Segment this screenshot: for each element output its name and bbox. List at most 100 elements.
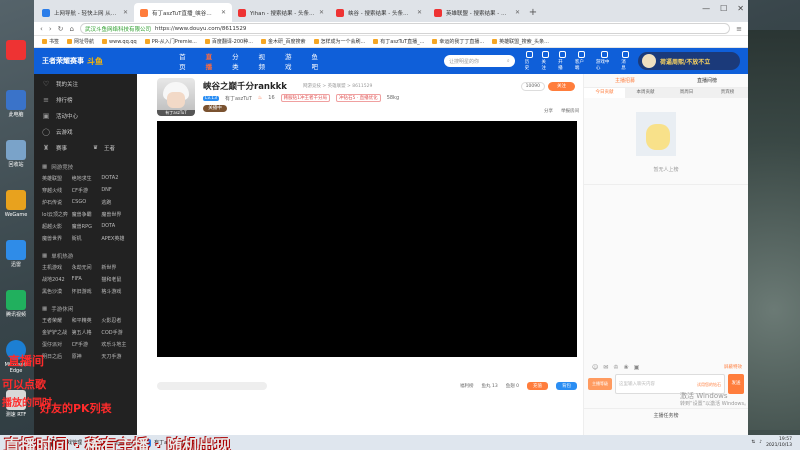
backpack-button[interactable]: 背包 [556,382,577,390]
menu-icon[interactable]: ≡ [736,25,742,33]
bag-icon[interactable]: ▣ [634,364,640,371]
tab-close-icon[interactable]: ✕ [319,9,324,16]
tab-close-icon[interactable]: ✕ [417,9,422,16]
url-field[interactable]: 武汉斗鱼网络科技有限公司 https://www.douyu.com/86115… [79,23,731,34]
reload-icon[interactable]: ↻ [58,25,64,33]
forward-icon[interactable]: › [49,25,52,33]
category-link[interactable]: COD手游 [101,329,131,336]
client-button[interactable]: 客户端 [575,51,588,71]
nav-yuba[interactable]: 鱼吧 [312,51,324,71]
bookmark-item[interactable]: 幸运的我丁丁直播... [432,38,484,45]
badge-icon[interactable]: ♔ [613,364,618,371]
nav-home[interactable]: 首页 [179,51,191,71]
recruit-link[interactable]: 主播招募 [615,77,635,84]
category-link[interactable]: 永劫无间 [72,264,102,271]
tab-close-icon[interactable]: ✕ [123,9,128,16]
tab-1[interactable]: 有丁aszTuT直播_峡谷之巅千分rankkk直播_斗鱼直播✕ [134,3,232,22]
category-link[interactable]: 超越火影 [42,223,72,230]
category-link[interactable]: 原神 [72,353,102,360]
desktop-icon-1[interactable] [0,40,32,86]
new-tab-button[interactable]: + [526,3,540,22]
tab-vip[interactable]: 贵宾榜 [707,88,748,98]
room-tag[interactable]: 冲钻石5 · 直播优化 [336,94,381,102]
category-link[interactable]: 战地2042 [42,276,72,283]
fans-club[interactable]: 58kg [387,95,399,101]
bookmark-item[interactable]: 网址导航 [67,38,94,45]
gift-bar[interactable] [157,382,267,390]
room-tag[interactable]: 韩服钻1冲王者千分局 [280,94,331,102]
report-button[interactable]: 举报房间 [561,108,579,114]
category-link[interactable]: 明日之后 [42,353,72,360]
category-link[interactable]: 王者荣耀 [42,317,72,324]
message-button[interactable]: 消息 [621,51,630,71]
nav-category[interactable]: 分类 [232,51,244,71]
search-icon[interactable]: ⌕ [507,58,510,64]
category-link[interactable]: 火影忍者 [101,317,131,324]
tab-week[interactable]: 本周贡献 [625,88,666,98]
sidebar-item-cloud-game[interactable]: ◯ 云游戏 [34,124,137,140]
category-link[interactable]: 蛋仔派对 [42,341,72,348]
history-button[interactable]: 历史 [525,51,534,71]
user-banner[interactable]: 荷逼周熙/不放不立 [638,52,740,70]
category-link[interactable]: 怀旧游戏 [72,288,102,295]
category-link[interactable]: lol云顶之弈 [42,211,72,218]
streamer-name[interactable]: 有丁aszTuT [225,95,252,102]
block-effects-toggle[interactable]: 屏蔽特效 [724,364,742,370]
emoji-icon[interactable]: ☺ [592,364,598,371]
fan-icon[interactable]: ❀ [624,364,629,371]
follow-list-button[interactable]: 关注 [541,51,550,71]
desktop-icon-3[interactable]: 回收站 [0,140,32,186]
volume-icon[interactable]: ♪ [759,440,762,445]
tab-close-icon[interactable]: ✕ [515,9,520,16]
bookmark-item[interactable]: 金木研_百度搜索 [261,38,306,45]
go-live-button[interactable]: 开播 [558,51,567,71]
tab-close-icon[interactable]: ✕ [221,9,226,16]
bookmark-item[interactable]: www.qq.qq [102,39,137,45]
nav-game[interactable]: 游戏 [285,51,297,71]
streamer-avatar[interactable]: 有丁aszTuT [157,78,195,116]
category-link[interactable]: 和平精英 [72,317,102,324]
close-window-button[interactable]: ✕ [737,4,744,13]
desktop-icon-4[interactable]: WeGame [0,190,32,236]
minimize-button[interactable]: — [702,4,710,13]
bookmark-item[interactable]: 有丁aszTuT直播_... [373,38,424,45]
category-link[interactable]: 英雄联盟 [42,175,72,182]
send-button[interactable]: 发送 [728,374,744,394]
desktop-icon-2[interactable]: 此电脑 [0,90,32,136]
chat-input[interactable]: 这里输入聊天内容 试用您的钻石 [615,374,725,394]
gift-icon[interactable]: ✉ [603,364,608,371]
category-link[interactable]: 猫和老鼠 [101,276,131,283]
room-breadcrumb[interactable]: 网游竞技 > 英雄联盟 > 8611529 [303,83,372,89]
bookmark-item[interactable]: 书签 [42,38,59,45]
category-link[interactable]: FIFA [72,276,102,283]
network-icon[interactable]: ⇅ [751,440,755,445]
category-link[interactable]: 魔兽世界 [101,211,131,218]
user-avatar[interactable] [642,54,656,68]
category-link[interactable]: 天刀手游 [101,353,131,360]
sidebar-item-following[interactable]: ♡ 我的关注 [34,76,137,92]
category-link[interactable]: CSGO [72,199,102,206]
category-link[interactable]: DOTA [101,223,131,230]
desktop-icon-6[interactable]: 腾讯视频 [0,290,32,336]
task-link[interactable]: 主播任务榜 [584,408,748,422]
follow-button[interactable]: 关注 [548,82,575,91]
site-logo[interactable]: 王者荣耀赛事 斗鱼 [42,56,179,67]
category-link[interactable]: 逃跑 [101,199,131,206]
desktop-icon-5[interactable]: 迅雷 [0,240,32,286]
home-icon[interactable]: ⌂ [70,25,74,33]
bookmark-item[interactable]: 百度翻译-200种... [204,38,253,45]
category-link[interactable]: DNF [101,187,131,194]
category-link[interactable]: 第五人格 [72,329,102,336]
category-link[interactable]: 魔兽争霸 [72,211,102,218]
maximize-button[interactable]: ☐ [720,4,727,13]
recharge-button[interactable]: 充值 [527,382,548,390]
category-link[interactable]: 金铲铲之战 [42,329,72,336]
back-icon[interactable]: ‹ [40,25,43,33]
category-link[interactable]: CF手游 [72,341,102,348]
category-link[interactable]: 绝地求生 [72,175,102,182]
share-button[interactable]: 分享 [544,108,553,114]
category-link[interactable]: 魔兽世界 [42,235,72,242]
category-link[interactable]: APEX英雄 [101,235,131,242]
welfare-link[interactable]: 福利榜 [460,383,474,389]
category-link[interactable]: 穿越火线 [42,187,72,194]
